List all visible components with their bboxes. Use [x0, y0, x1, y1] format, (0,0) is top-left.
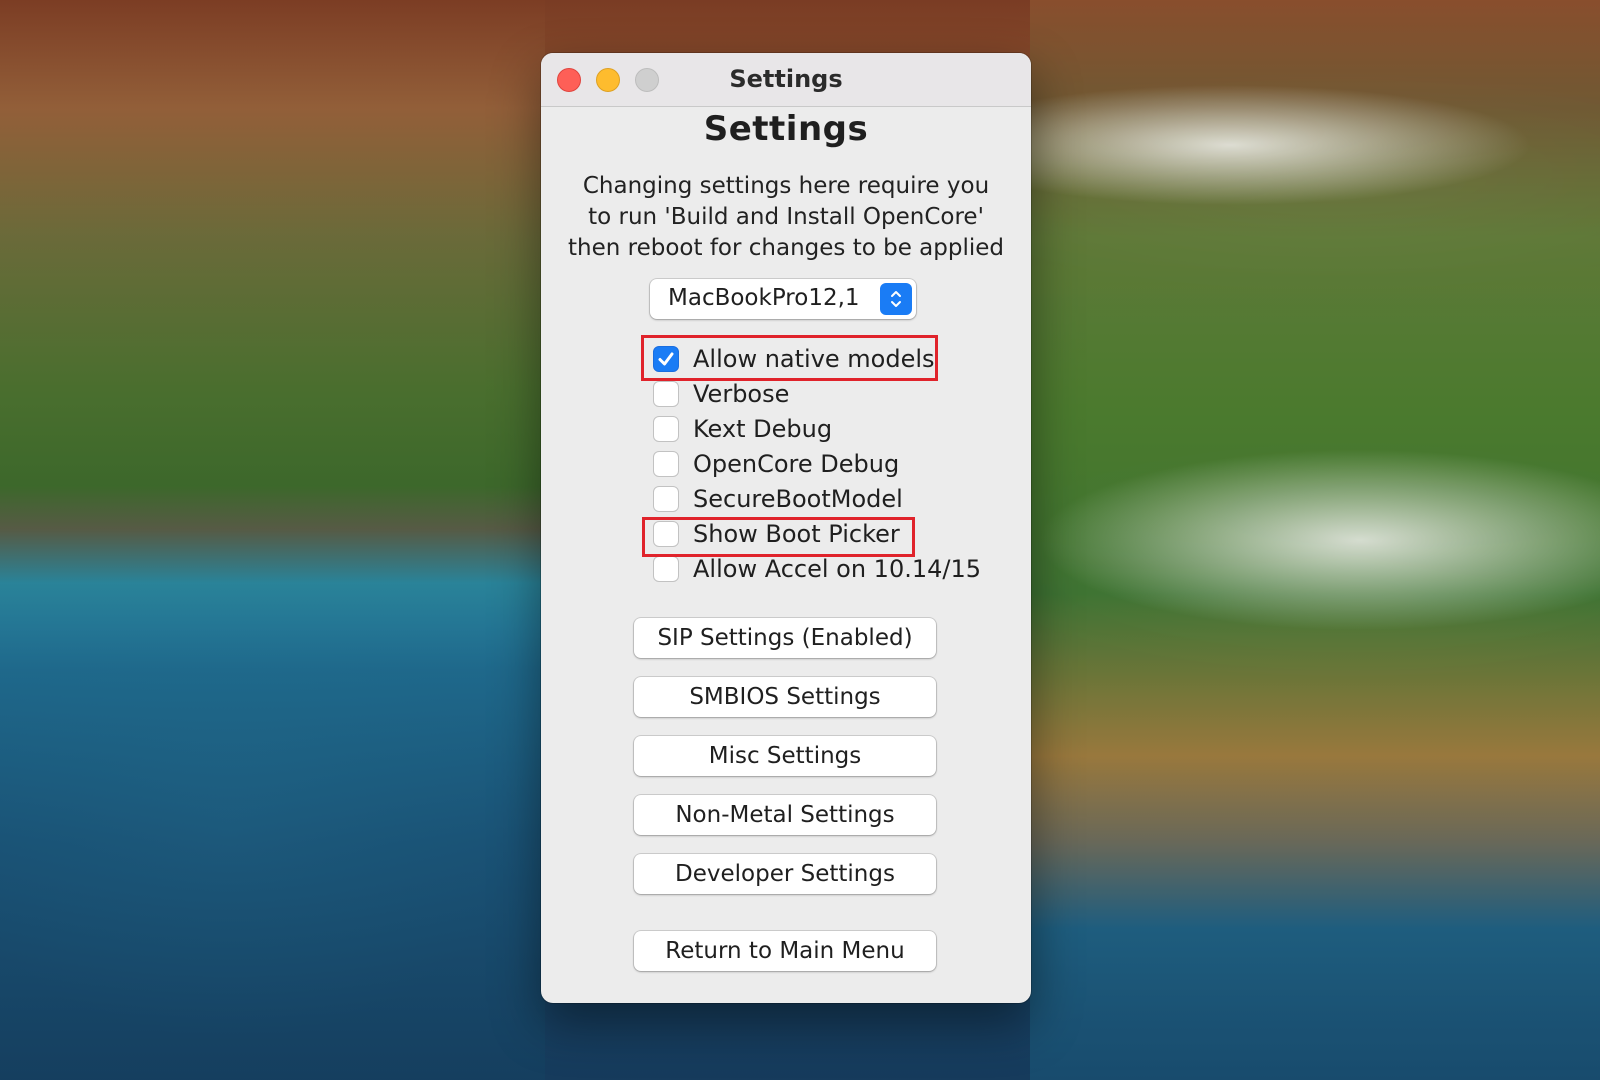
desktop-wallpaper-right	[1030, 0, 1600, 1080]
checkbox-box[interactable]	[653, 555, 679, 582]
checkbox-box[interactable]	[653, 485, 679, 512]
description-line-1: Changing settings here require you	[582, 173, 990, 199]
checkbox-box[interactable]	[653, 415, 679, 442]
description-line-2: to run 'Build and Install OpenCore'	[588, 204, 984, 230]
checkbox-box[interactable]	[653, 380, 679, 407]
checkbox-label: OpenCore Debug	[693, 449, 900, 478]
title-bar[interactable]: Settings	[541, 53, 1031, 107]
checkbox-label: Allow Accel on 10.14/15	[693, 554, 981, 583]
checkbox-label: Kext Debug	[693, 414, 833, 443]
return-to-main-menu-button[interactable]: Return to Main Menu	[634, 931, 936, 971]
page-title: Settings	[703, 109, 869, 149]
non-metal-settings-button[interactable]: Non-Metal Settings	[634, 795, 936, 835]
settings-window: Settings Settings Changing settings here…	[541, 53, 1031, 1003]
checkbox-securebootmodel[interactable]: SecureBootModel	[653, 481, 981, 516]
desktop-wallpaper-left	[0, 0, 545, 1080]
checkbox-label: SecureBootModel	[693, 484, 903, 513]
checkbox-opencore-debug[interactable]: OpenCore Debug	[653, 446, 981, 481]
checkbox-verbose[interactable]: Verbose	[653, 376, 981, 411]
checkbox-label: Verbose	[693, 379, 790, 408]
smbios-settings-button[interactable]: SMBIOS Settings	[634, 677, 936, 717]
highlight-annotation-show-boot-picker	[642, 517, 915, 557]
settings-description: Changing settings here require you to ru…	[551, 171, 1021, 264]
developer-settings-button[interactable]: Developer Settings	[634, 854, 936, 894]
misc-settings-button[interactable]: Misc Settings	[634, 736, 936, 776]
model-select-value: MacBookPro12,1	[668, 285, 860, 311]
highlight-annotation-allow-native-models	[641, 335, 938, 381]
description-line-3: then reboot for changes to be applied	[568, 235, 1004, 261]
checkbox-kext-debug[interactable]: Kext Debug	[653, 411, 981, 446]
sip-settings-button[interactable]: SIP Settings (Enabled)	[634, 618, 936, 658]
checkbox-box[interactable]	[653, 450, 679, 477]
window-title: Settings	[729, 65, 843, 93]
model-select[interactable]: MacBookPro12,1	[650, 279, 916, 319]
up-down-chevron-icon	[880, 283, 912, 315]
